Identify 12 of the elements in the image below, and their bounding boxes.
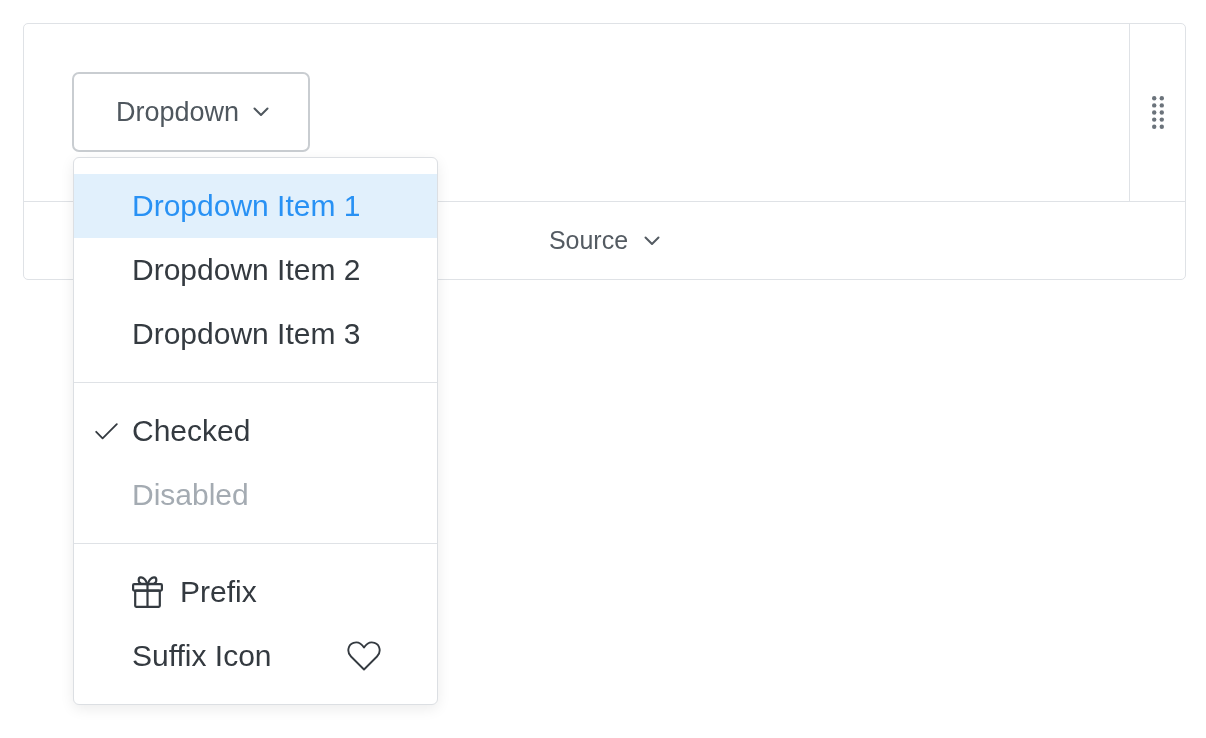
dropdown-button[interactable]: Dropdown <box>72 72 311 152</box>
menu-item[interactable]: Checked <box>74 399 437 463</box>
menu-item[interactable]: Dropdown Item 3 <box>74 302 437 366</box>
chevron-down-icon <box>644 235 661 246</box>
heart-icon <box>347 641 381 671</box>
drag-handle-icon[interactable] <box>1151 96 1164 129</box>
menu-item[interactable]: Prefix <box>74 560 437 624</box>
menu-item[interactable]: Dropdown Item 2 <box>74 238 437 302</box>
menu-item[interactable]: Suffix Icon <box>74 624 437 688</box>
chevron-down-icon <box>253 107 270 117</box>
source-toggle[interactable]: Source <box>548 222 661 259</box>
gift-icon <box>132 576 163 608</box>
